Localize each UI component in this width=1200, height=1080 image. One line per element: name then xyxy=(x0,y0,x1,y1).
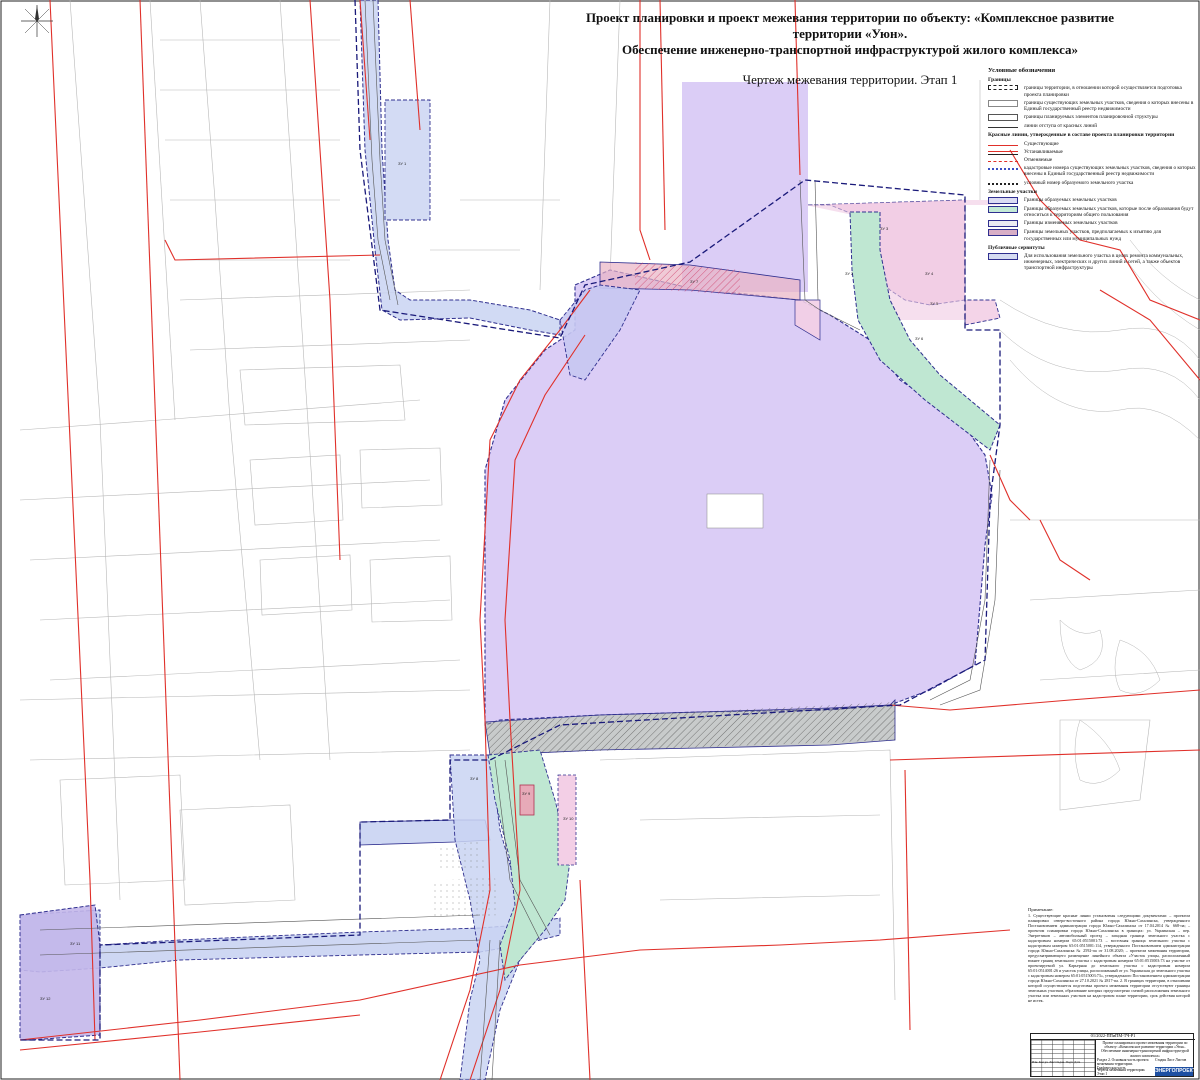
legend-item-label: Отменяемые xyxy=(1024,157,1053,164)
legend-group-title: Красные линии, утвержденные в составе пр… xyxy=(988,132,1175,139)
legend-swatch xyxy=(988,182,1018,185)
legend-item-label: Для использования земельного участка в ц… xyxy=(1024,253,1184,272)
plot-blue-block xyxy=(384,99,431,221)
legend-item: Границы изменяемых земельных участков xyxy=(988,220,1196,228)
plot-label: ЗУ 5 xyxy=(930,301,939,306)
title-line-2: Обеспечение инженерно-транспортной инфра… xyxy=(621,42,1079,57)
legend-swatch xyxy=(988,229,1018,237)
legend-item-label: Границы изменяемых земельных участков xyxy=(1024,220,1118,227)
legend-swatch xyxy=(988,161,1018,163)
plot-pink-small-1 xyxy=(519,784,535,816)
legend-swatch xyxy=(988,114,1018,122)
dotted-area xyxy=(435,842,485,872)
legend-groups: Границы границы территории, в отношении к… xyxy=(988,77,1196,271)
legend-swatch xyxy=(988,168,1018,171)
plot-label: ЗУ 1 xyxy=(398,161,407,166)
legend-swatch xyxy=(988,220,1018,228)
legend-item-label: Устанавливаемые xyxy=(1024,148,1063,155)
legend-item: Существующие xyxy=(988,141,1196,147)
legend-heading: Условные обозначения xyxy=(988,67,1056,74)
plot-label: ЗУ 10 xyxy=(563,816,574,821)
legend-item: Устанавливаемые xyxy=(988,149,1196,155)
legend-group-title: Границы xyxy=(988,77,1011,84)
plot-label: ЗУ 7 xyxy=(690,279,699,284)
legend-item-label: границы планируемых элементов планировоч… xyxy=(1024,114,1158,121)
building-footprint xyxy=(706,493,764,529)
plot-label: ЗУ 4 xyxy=(925,271,934,276)
compass-icon xyxy=(21,5,53,37)
legend-item-label: кадастровые номера существующих земельны… xyxy=(1024,165,1196,178)
legend-swatch xyxy=(988,85,1018,91)
legend-item-label: условный номер образуемого земельного уч… xyxy=(1024,179,1134,186)
legend-item: Отменяемые xyxy=(988,157,1196,163)
notes-body: 1. Существующие красные линии установлен… xyxy=(1028,913,1190,1003)
legend-item: Границы земельных участков, предполагаем… xyxy=(988,229,1196,242)
stamp-description: Проект планировки и проект межевания тер… xyxy=(1101,1041,1189,1058)
stamp-sheet-info: Стадия Лист Листов xyxy=(1155,1058,1187,1062)
legend-swatch xyxy=(988,144,1018,146)
legend-item: границы существующих земельных участков,… xyxy=(988,99,1196,113)
plot-road-south-west xyxy=(19,904,101,1041)
legend-item-label: Существующие xyxy=(1024,140,1059,147)
stamp-drawing-name: Чертеж межевания территории. Этап 1 xyxy=(1097,1068,1146,1077)
plot-label: ЗУ 3 xyxy=(880,226,889,231)
plot-label: ЗУ 8 xyxy=(470,776,479,781)
legend-swatch xyxy=(988,127,1018,129)
legend-item: линии отступа от красных линий xyxy=(988,123,1196,129)
legend-item-label: Границы образуемых земельных участков xyxy=(1024,197,1117,204)
title-stamp: 01/2022-ППиПМ-ТЧ-Р1 Изм. Кол.уч. Лист №д… xyxy=(1030,1033,1196,1077)
legend-item: Для использования земельного участка в ц… xyxy=(988,253,1196,272)
plot-label: ЗУ 9 xyxy=(522,791,531,796)
legend-item: кадастровые номера существующих земельны… xyxy=(988,165,1196,177)
plot-label: ЗУ 6 xyxy=(915,336,924,341)
legend-item-label: границы существующих земельных участков,… xyxy=(1024,99,1194,113)
legend-group-title: Земельные участки xyxy=(988,188,1037,195)
stamp-roles: Изм. Кол.уч. Лист №док. Подп. Дата xyxy=(1032,1060,1081,1064)
plot-label: ЗУ 11 xyxy=(70,941,81,946)
plot-label: ЗУ 2 xyxy=(845,271,854,276)
legend-swatch xyxy=(988,150,1018,155)
legend-item-label: границы территории, в отношении которой … xyxy=(1024,85,1182,98)
stamp-grid xyxy=(1031,1040,1096,1076)
legend-swatch xyxy=(988,197,1018,205)
legend-item-label: линии отступа от красных линий xyxy=(1024,123,1097,130)
legend-item-label: Границы земельных участков, предполагаем… xyxy=(1024,229,1161,242)
legend-item: Границы образуемых земельных участков, к… xyxy=(988,206,1196,218)
legend-item: границы территории, в отношении которой … xyxy=(988,85,1196,98)
legend-item: Границы образуемых земельных участков xyxy=(988,197,1196,205)
legend-swatch xyxy=(988,99,1018,107)
drawing-notes: Примечание: 1. Существующие красные лини… xyxy=(1028,907,1190,1003)
notes-heading: Примечание: xyxy=(1028,907,1054,912)
plot-upper-purple xyxy=(682,82,808,292)
map-legend: Условные обозначения Границы границы терр… xyxy=(988,67,1196,274)
legend-group-title: Публичные сервитуты xyxy=(988,244,1045,251)
legend-item: границы планируемых элементов планировоч… xyxy=(988,114,1196,122)
company-logo: ЭНЕРГОПРОЕКТ xyxy=(1155,1067,1196,1076)
title-line-1: Проект планировки и проект межевания тер… xyxy=(585,10,1115,41)
terrain-contours xyxy=(999,239,1200,784)
legend-swatch xyxy=(988,206,1018,214)
legend-swatch xyxy=(988,253,1018,261)
legend-item: условный номер образуемого земельного уч… xyxy=(988,180,1196,186)
plot-label: ЗУ 12 xyxy=(40,996,51,1001)
legend-item-label: Границы образуемых земельных участков, к… xyxy=(1024,206,1194,219)
